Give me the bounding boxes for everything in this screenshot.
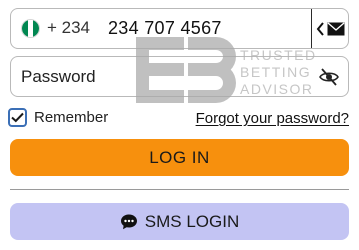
- sms-login-label: SMS LOGIN: [144, 211, 240, 231]
- phone-number-input[interactable]: 234 707 4567: [108, 18, 222, 39]
- remember-checkbox[interactable]: [8, 108, 27, 127]
- phone-field[interactable]: + 234 234 707 4567: [10, 8, 349, 49]
- login-button-label: LOG IN: [149, 147, 210, 167]
- envelope-icon[interactable]: [327, 21, 345, 36]
- login-button[interactable]: LOG IN: [10, 139, 349, 176]
- chat-bubble-icon: [120, 214, 137, 229]
- nigeria-flag-icon: [21, 19, 40, 38]
- forgot-password-link[interactable]: Forgot your password?: [196, 110, 349, 127]
- remember-label: Remember: [34, 109, 109, 126]
- remember-checkbox-row[interactable]: Remember: [8, 108, 108, 127]
- checkmark-icon: [11, 112, 24, 123]
- country-code[interactable]: + 234: [47, 18, 90, 38]
- password-input[interactable]: Password: [21, 67, 96, 87]
- divider: [10, 189, 349, 190]
- eye-slash-icon[interactable]: [318, 66, 340, 88]
- phone-actions[interactable]: [311, 9, 348, 48]
- sms-login-button[interactable]: SMS LOGIN: [10, 203, 349, 240]
- password-field[interactable]: Password: [10, 56, 349, 97]
- chevron-left-icon[interactable]: [316, 21, 325, 36]
